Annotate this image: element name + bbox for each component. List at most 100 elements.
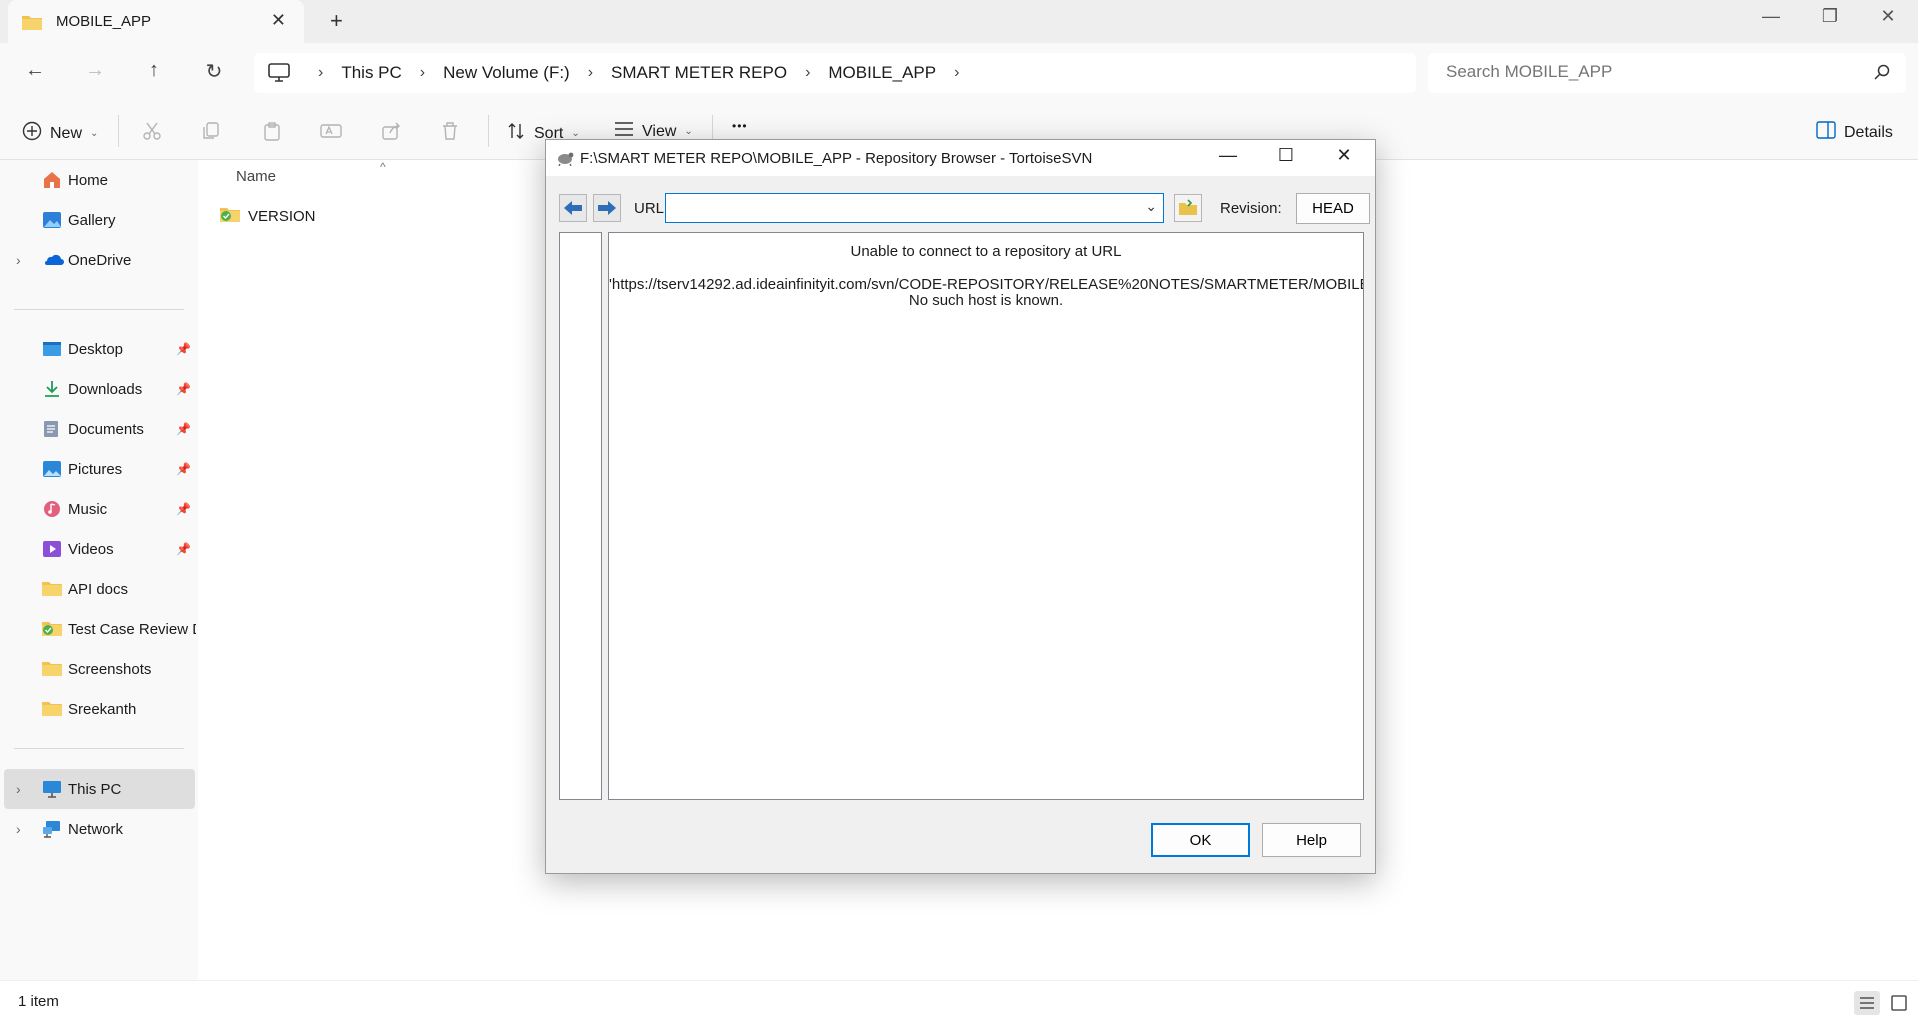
sidebar-item-label: Screenshots	[68, 660, 152, 678]
sidebar-item-documents[interactable]: Documents 📌	[0, 409, 196, 449]
breadcrumb-mobile-app[interactable]: MOBILE_APP	[818, 63, 946, 83]
url-combobox[interactable]: ⌄	[665, 193, 1164, 223]
chevron-right-icon[interactable]: ›	[16, 252, 21, 268]
sidebar-item-music[interactable]: Music 📌	[0, 489, 196, 529]
sidebar-item-gallery[interactable]: Gallery	[0, 200, 196, 240]
list-item[interactable]: VERSION	[220, 206, 316, 226]
address-bar[interactable]: › This PC › New Volume (F:) › SMART METE…	[254, 53, 1416, 93]
desktop-icon	[42, 340, 62, 358]
url-input[interactable]	[674, 199, 1124, 216]
history-back-button[interactable]	[559, 194, 587, 222]
sidebar-item-videos[interactable]: Videos 📌	[0, 529, 196, 569]
pin-icon: 📌	[176, 542, 191, 556]
refresh-button[interactable]: ↻	[199, 59, 229, 84]
error-url: 'https://tserv14292.ad.ideainfinityit.co…	[609, 276, 1364, 293]
sidebar-divider	[14, 748, 184, 749]
sort-ascending-icon: ^	[380, 160, 386, 174]
chevron-right-icon[interactable]: ›	[16, 821, 21, 837]
delete-icon[interactable]	[441, 121, 459, 145]
sidebar-item-api-docs[interactable]: API docs	[0, 569, 196, 609]
sidebar-item-onedrive[interactable]: › OneDrive	[0, 240, 196, 280]
close-window-button[interactable]: ✕	[1868, 6, 1908, 27]
sidebar-item-sreekanth[interactable]: Sreekanth	[0, 689, 196, 729]
search-box	[1428, 53, 1906, 93]
dialog-minimize-button[interactable]: —	[1208, 145, 1248, 166]
navigation-pane: Home Gallery › OneDrive Desktop 📌 Downlo…	[0, 160, 198, 980]
chevron-down-icon: ⌄	[90, 128, 99, 139]
videos-icon	[42, 540, 62, 558]
svn-folder-icon	[220, 206, 240, 226]
chevron-down-icon[interactable]: ⌄	[1145, 198, 1157, 215]
sidebar-item-this-pc[interactable]: › This PC	[4, 769, 195, 809]
sidebar-item-label: OneDrive	[68, 251, 132, 269]
view-label: View	[642, 122, 677, 140]
repository-tree[interactable]	[559, 232, 602, 800]
sidebar-item-test-case-review[interactable]: Test Case Review D	[0, 609, 196, 649]
url-label: URL:	[634, 200, 669, 217]
search-icon[interactable]	[1874, 64, 1890, 84]
details-view-toggle[interactable]	[1854, 991, 1880, 1015]
breadcrumb-separator[interactable]: ›	[580, 64, 601, 82]
breadcrumb-separator[interactable]: ›	[797, 64, 818, 82]
forward-button[interactable]: →	[80, 59, 110, 82]
sidebar-item-pictures[interactable]: Pictures 📌	[0, 449, 196, 489]
pin-icon: 📌	[176, 382, 191, 396]
file-name: VERSION	[248, 207, 316, 225]
sidebar-item-downloads[interactable]: Downloads 📌	[0, 369, 196, 409]
sidebar-item-desktop[interactable]: Desktop 📌	[0, 329, 196, 369]
pin-icon: 📌	[176, 462, 191, 476]
breadcrumb-smart-meter-repo[interactable]: SMART METER REPO	[601, 63, 797, 83]
sort-icon	[506, 121, 526, 146]
column-header-name[interactable]: Name	[236, 168, 276, 185]
help-button[interactable]: Help	[1262, 823, 1361, 857]
svn-folder-icon	[42, 620, 62, 638]
revision-button[interactable]: HEAD	[1296, 193, 1370, 224]
folder-icon	[42, 660, 62, 678]
breadcrumb-separator[interactable]: ›	[310, 64, 331, 82]
sidebar-item-network[interactable]: › Network	[0, 809, 196, 849]
plus-circle-icon	[22, 121, 42, 146]
share-icon[interactable]	[381, 121, 401, 145]
minimize-button[interactable]: —	[1751, 6, 1791, 27]
up-button[interactable]: ↑	[139, 59, 169, 82]
breadcrumb-new-volume[interactable]: New Volume (F:)	[433, 63, 580, 83]
toolbar-divider	[488, 115, 489, 147]
search-input[interactable]	[1446, 62, 1846, 82]
paste-icon[interactable]	[262, 121, 282, 145]
gallery-icon	[42, 211, 62, 229]
rename-icon[interactable]	[320, 121, 342, 145]
copy-icon[interactable]	[201, 121, 221, 145]
more-options-button[interactable]: •••	[732, 119, 748, 133]
error-message-line: Unable to connect to a repository at URL	[850, 243, 1122, 260]
sidebar-item-label: Gallery	[68, 211, 116, 229]
sidebar-divider	[14, 309, 184, 310]
new-button[interactable]: New ⌄	[22, 121, 98, 146]
browse-folder-button[interactable]	[1174, 194, 1202, 222]
home-icon	[42, 171, 62, 189]
repository-list[interactable]: Unable to connect to a repository at URL…	[608, 232, 1364, 800]
history-forward-button[interactable]	[593, 194, 621, 222]
breadcrumb-separator[interactable]: ›	[412, 64, 433, 82]
new-tab-button[interactable]: +	[330, 8, 343, 34]
breadcrumb-this-pc[interactable]: This PC	[331, 63, 411, 83]
details-button[interactable]: Details	[1816, 121, 1893, 144]
sidebar-item-screenshots[interactable]: Screenshots	[0, 649, 196, 689]
chevron-right-icon[interactable]: ›	[16, 781, 21, 797]
details-pane-icon	[1816, 121, 1836, 144]
dialog-maximize-button[interactable]: ☐	[1266, 145, 1306, 166]
tab-close-icon[interactable]: ✕	[271, 10, 286, 31]
sidebar-item-label: Home	[68, 171, 109, 189]
back-button[interactable]: ←	[20, 59, 50, 82]
dialog-close-button[interactable]: ✕	[1324, 145, 1364, 166]
large-icons-view-toggle[interactable]	[1886, 991, 1912, 1015]
sidebar-item-home[interactable]: Home	[0, 160, 196, 200]
sidebar-item-label: Test Case Review D	[68, 620, 196, 638]
onedrive-icon	[42, 251, 64, 269]
pin-icon: 📌	[176, 502, 191, 516]
breadcrumb-separator[interactable]: ›	[946, 64, 967, 82]
tab-mobile-app[interactable]: MOBILE_APP ✕	[8, 0, 304, 43]
dialog-title: F:\SMART METER REPO\MOBILE_APP - Reposit…	[580, 150, 1093, 167]
restore-button[interactable]: ❐	[1810, 6, 1850, 27]
ok-button[interactable]: OK	[1151, 823, 1250, 857]
cut-icon[interactable]	[142, 121, 162, 145]
